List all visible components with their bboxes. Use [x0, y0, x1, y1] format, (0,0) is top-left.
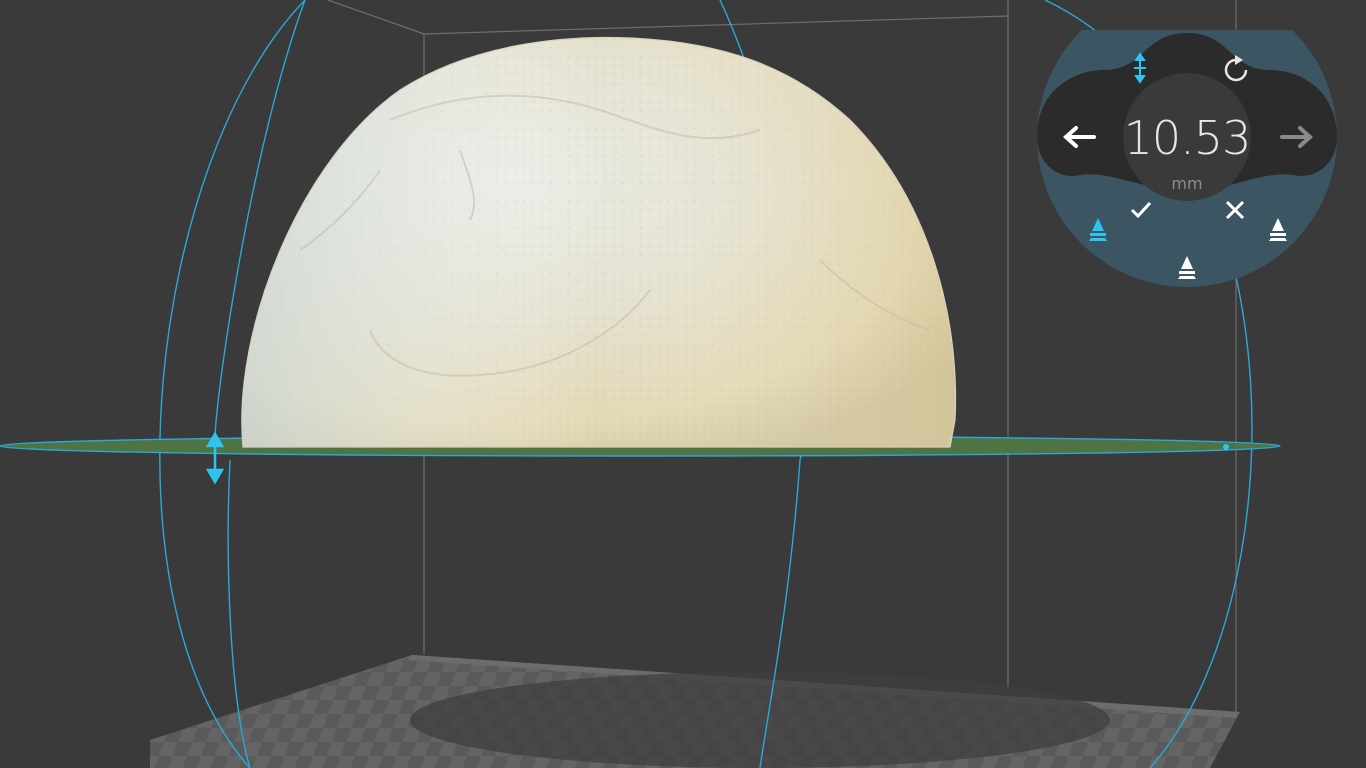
cut-plane-control: 10.53 mm — [1034, 30, 1340, 292]
move-vertical-icon[interactable] — [1127, 52, 1153, 84]
model-shadow — [410, 672, 1110, 768]
height-unit: mm — [1171, 174, 1203, 193]
snap-top-icon[interactable] — [1175, 254, 1199, 280]
snap-right-icon[interactable] — [1266, 216, 1290, 242]
close-icon[interactable] — [1222, 198, 1248, 222]
rotate-icon[interactable] — [1222, 54, 1252, 84]
checkmark-icon[interactable] — [1128, 198, 1154, 222]
height-value[interactable]: 10.53 — [1122, 108, 1252, 168]
arrow-right-icon[interactable] — [1276, 124, 1316, 150]
arrow-left-icon[interactable] — [1060, 124, 1100, 150]
height-drag-handle — [205, 431, 225, 485]
snap-left-icon[interactable] — [1086, 216, 1110, 242]
